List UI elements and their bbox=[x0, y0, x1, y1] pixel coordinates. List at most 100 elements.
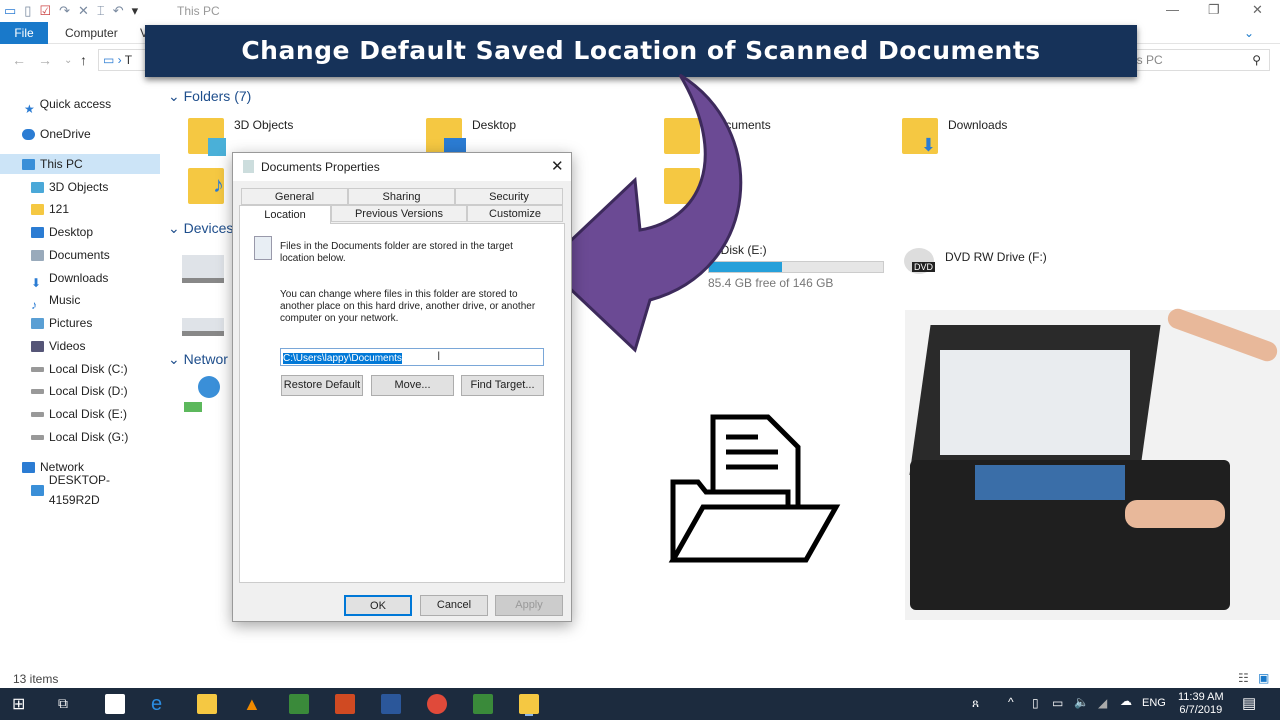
documents-icon bbox=[31, 249, 44, 261]
minimize-button[interactable]: — bbox=[1166, 2, 1179, 17]
recent-dropdown[interactable]: ⌄ bbox=[64, 55, 72, 66]
folder-downloads[interactable]: ⬇ Downloads bbox=[902, 118, 1007, 155]
sidebar-item-label: 3D Objects bbox=[49, 180, 109, 194]
tab-computer[interactable]: Computer bbox=[65, 26, 118, 40]
scanned-folder-graphic bbox=[668, 414, 841, 563]
folders-header-label: Folders (7) bbox=[183, 88, 252, 104]
sidebar-item-desktop[interactable]: Desktop bbox=[0, 222, 160, 242]
sidebar-item-label: Downloads bbox=[49, 271, 109, 285]
vlc-icon[interactable]: ▲ bbox=[243, 694, 263, 714]
people-icon[interactable]: ጸ bbox=[972, 696, 979, 711]
sidebar-item-downloads[interactable]: ⬇ Downloads bbox=[0, 268, 160, 290]
folder-3d-objects[interactable]: 3D Objects bbox=[188, 118, 293, 156]
find-target-button[interactable]: Find Target... bbox=[461, 375, 544, 396]
tab-previous-versions[interactable]: Previous Versions bbox=[331, 205, 467, 222]
apply-button[interactable]: Apply bbox=[495, 595, 563, 616]
sidebar-item-local-disk-g[interactable]: Local Disk (G:) bbox=[0, 427, 160, 447]
devices-header[interactable]: ⌄ Devices bbox=[168, 220, 233, 237]
delete-icon[interactable]: ✕ bbox=[78, 3, 89, 19]
ok-button[interactable]: OK bbox=[344, 595, 412, 616]
sidebar-item-documents[interactable]: Documents bbox=[0, 245, 160, 265]
folder-desktop[interactable]: Desktop bbox=[426, 118, 516, 154]
sidebar-item-this-pc[interactable]: This PC bbox=[0, 154, 160, 174]
sidebar-item-videos[interactable]: Videos bbox=[0, 336, 160, 356]
power-icon[interactable]: ▭ bbox=[1052, 696, 1063, 710]
local-disk-g-icon[interactable] bbox=[182, 318, 224, 336]
local-disk-c-icon[interactable] bbox=[182, 255, 224, 283]
dialog-close-button[interactable]: ✕ bbox=[551, 157, 564, 175]
folder-document-icon bbox=[254, 236, 272, 260]
tab-security[interactable]: Security bbox=[455, 188, 563, 205]
show-hidden-icons[interactable]: ^ bbox=[1008, 695, 1014, 709]
tab-file[interactable]: File bbox=[0, 22, 48, 44]
dropdown-icon[interactable]: ▾ bbox=[132, 3, 139, 19]
details-view-button[interactable]: ☷ bbox=[1238, 671, 1249, 685]
close-button[interactable]: ✕ bbox=[1252, 2, 1263, 18]
forward-button[interactable]: → bbox=[38, 52, 52, 68]
checklist-icon[interactable]: ☑ bbox=[39, 3, 51, 19]
move-button[interactable]: Move... bbox=[371, 375, 454, 396]
camtasia-icon[interactable] bbox=[289, 694, 309, 714]
up-button[interactable]: ↑ bbox=[80, 52, 87, 68]
sidebar-item-desktop-pc[interactable]: DESKTOP-4159R2D bbox=[0, 473, 160, 507]
powerpoint-icon[interactable] bbox=[335, 694, 355, 714]
network-computer-icon[interactable] bbox=[184, 376, 220, 416]
chrome-icon[interactable] bbox=[427, 694, 447, 714]
tab-location[interactable]: Location bbox=[239, 205, 331, 224]
word-icon[interactable] bbox=[381, 694, 401, 714]
search-input[interactable]: is PC ⚲ bbox=[1125, 49, 1270, 71]
sidebar-item-local-disk-d[interactable]: Local Disk (D:) bbox=[0, 381, 160, 401]
folder-music[interactable]: ♪ bbox=[188, 168, 224, 204]
ribbon-expand-icon[interactable]: ⌄ bbox=[1244, 26, 1254, 40]
start-button[interactable]: ⊞ bbox=[12, 694, 25, 714]
task-view-button[interactable]: ⧉ bbox=[58, 695, 68, 712]
battery-icon[interactable]: ▯ bbox=[1032, 696, 1039, 710]
folder-label: Desktop bbox=[472, 118, 517, 132]
properties-icon[interactable]: ▯ bbox=[24, 3, 31, 19]
file-explorer-icon[interactable] bbox=[197, 694, 217, 714]
wifi-icon[interactable]: ◢ bbox=[1098, 696, 1107, 710]
undo-icon[interactable]: ↶ bbox=[113, 3, 124, 19]
store-icon[interactable] bbox=[105, 694, 125, 714]
large-icons-view-button[interactable]: ▣ bbox=[1258, 671, 1269, 685]
arm bbox=[1165, 305, 1280, 365]
camtasia-recorder-icon[interactable] bbox=[473, 694, 493, 714]
file-explorer-active-icon[interactable] bbox=[519, 694, 539, 714]
sidebar-item-onedrive[interactable]: OneDrive bbox=[0, 124, 160, 144]
sidebar-item-label: Videos bbox=[49, 339, 86, 353]
sidebar-item-quick-access[interactable]: ★ Quick access bbox=[0, 94, 160, 116]
folders-header[interactable]: ⌄ Folders (7) bbox=[168, 88, 251, 105]
sidebar-item-3d-objects[interactable]: 3D Objects bbox=[0, 177, 160, 197]
tab-customize[interactable]: Customize bbox=[467, 205, 563, 222]
cancel-button[interactable]: Cancel bbox=[420, 595, 488, 616]
dvd-drive-label[interactable]: DVD RW Drive (F:) bbox=[945, 250, 1047, 264]
volume-icon[interactable]: 🔈 bbox=[1074, 695, 1089, 709]
clock[interactable]: 11:39 AM 6/7/2019 bbox=[1178, 691, 1224, 717]
sidebar-item-label: This PC bbox=[40, 157, 83, 171]
language-indicator[interactable]: ENG bbox=[1142, 697, 1166, 709]
action-center-icon[interactable]: ▤ bbox=[1242, 694, 1256, 712]
dvd-drive-icon[interactable]: DVD bbox=[898, 248, 938, 280]
printer-photo bbox=[905, 305, 1280, 620]
back-button[interactable]: ← bbox=[12, 52, 26, 68]
tab-sharing[interactable]: Sharing bbox=[348, 188, 455, 205]
sidebar-item-local-disk-e[interactable]: Local Disk (E:) bbox=[0, 404, 160, 424]
edge-icon[interactable]: e bbox=[151, 694, 171, 714]
sidebar-item-label: Local Disk (D:) bbox=[49, 384, 128, 398]
network-header[interactable]: ⌄ Networ bbox=[168, 351, 228, 368]
sidebar-item-pictures[interactable]: Pictures bbox=[0, 313, 160, 333]
sidebar-item-music[interactable]: ♪ Music bbox=[0, 290, 160, 312]
taskbar: ⊞ ⧉ e ▲ ጸ ^ ▯ ▭ 🔈 ◢ ☁ ENG 11:39 AM 6/7/20… bbox=[0, 688, 1280, 720]
network-header-label: Networ bbox=[183, 351, 228, 367]
maximize-button[interactable]: ❐ bbox=[1208, 2, 1220, 18]
sidebar-item-local-disk-c[interactable]: Local Disk (C:) bbox=[0, 359, 160, 379]
sidebar-item-121[interactable]: 121 bbox=[0, 199, 160, 219]
onedrive-tray-icon[interactable]: ☁ bbox=[1120, 694, 1132, 708]
restore-default-button[interactable]: Restore Default bbox=[281, 375, 363, 396]
location-path-input[interactable]: C:\Users\lappy\Documents I bbox=[280, 348, 544, 366]
folder-downloads-icon: ⬇ bbox=[902, 118, 938, 155]
path-value: C:\Users\lappy\Documents bbox=[283, 353, 402, 364]
redo-icon[interactable]: ↷ bbox=[59, 3, 70, 19]
tab-general[interactable]: General bbox=[241, 188, 348, 205]
rename-icon[interactable]: ⌶ bbox=[97, 3, 105, 19]
